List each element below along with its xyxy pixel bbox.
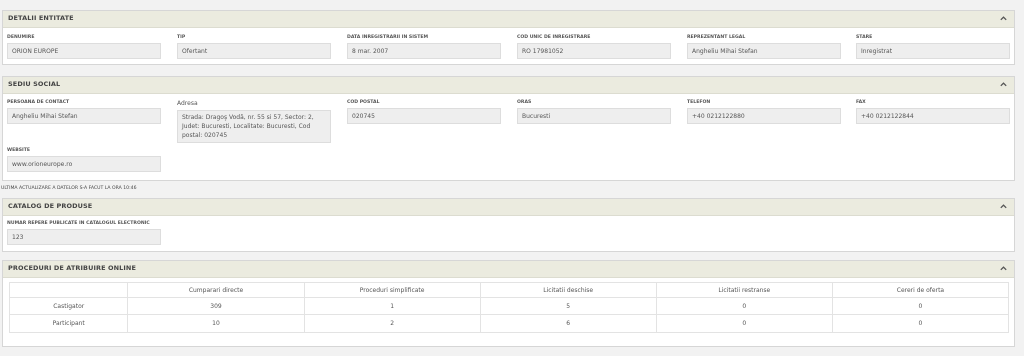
column-header: Proceduri simplificate: [303, 282, 481, 298]
table-cell: 6: [479, 314, 657, 333]
field-fax: FAX +40 0212122844: [856, 100, 1010, 124]
panel-title: CATALOG DE PRODUSE: [8, 202, 93, 210]
panel-catalog-produse: CATALOG DE PRODUSE NUMAR REPERE PUBLICAT…: [2, 198, 1015, 252]
field-label: COD UNIC DE INREGISTRARE: [517, 35, 591, 40]
field-data-inregistrarii: DATA INREGISTRARII IN SISTEM 8 mar. 2007: [347, 35, 501, 59]
field-oras: ORAS Bucuresti: [517, 100, 671, 124]
tip-input[interactable]: Ofertant: [177, 43, 331, 59]
proceduri-table: Cumparari directe Proceduri simplificate…: [8, 282, 1010, 333]
field-tip: TIP Ofertant: [177, 35, 331, 59]
field-label: Adresa: [177, 100, 198, 107]
table-cell: 5: [479, 297, 657, 315]
fax-input[interactable]: +40 0212122844: [856, 108, 1010, 124]
field-label: FAX: [856, 100, 866, 105]
field-website: WEBSITE www.orioneurope.ro: [7, 148, 161, 172]
panel-title: SEDIU SOCIAL: [8, 80, 61, 88]
field-label: DATA INREGISTRARII IN SISTEM: [347, 35, 429, 40]
chevron-up-icon[interactable]: [999, 14, 1008, 23]
oras-input[interactable]: Bucuresti: [517, 108, 671, 124]
column-header: [8, 282, 129, 298]
field-persoana-contact: PERSOANA DE CONTACT Angheliu Mihai Stefa…: [7, 100, 161, 124]
panel-header[interactable]: CATALOG DE PRODUSE: [3, 199, 1014, 216]
field-label: DENUMIRE: [7, 35, 35, 40]
denumire-input[interactable]: ORION EUROPE: [7, 43, 161, 59]
field-numar-repere: NUMAR REPERE PUBLICATE IN CATALOGUL ELEC…: [7, 221, 161, 245]
field-label: PERSOANA DE CONTACT: [7, 100, 70, 105]
field-label: REPREZENTANT LEGAL: [687, 35, 746, 40]
table-cell: 10: [127, 314, 305, 333]
field-label: NUMAR REPERE PUBLICATE IN CATALOGUL ELEC…: [7, 221, 150, 226]
chevron-up-icon[interactable]: [999, 264, 1008, 273]
field-label: WEBSITE: [7, 148, 30, 153]
field-telefon: TELEFON +40 0212122880: [687, 100, 841, 124]
reprezentant-legal-input[interactable]: Angheliu Mihai Stefan: [687, 43, 841, 59]
panel-header[interactable]: DETALII ENTITATE: [3, 11, 1014, 28]
row-label: Castigator: [8, 297, 129, 315]
chevron-up-icon[interactable]: [999, 202, 1008, 211]
table-cell: 0: [831, 297, 1010, 315]
table-cell: 1: [303, 297, 481, 315]
column-header: Licitatii deschise: [479, 282, 657, 298]
field-label: TELEFON: [687, 100, 711, 105]
numar-repere-input[interactable]: 123: [7, 229, 161, 245]
panel-header[interactable]: SEDIU SOCIAL: [3, 77, 1014, 94]
panel-detalii-entitate: DETALII ENTITATE DENUMIRE ORION EUROPE T…: [2, 10, 1015, 65]
field-label: TIP: [177, 35, 186, 40]
panel-sediu-social: SEDIU SOCIAL PERSOANA DE CONTACT Angheli…: [2, 76, 1015, 181]
table-row: Castigator 309 1 5 0 0: [8, 297, 1010, 315]
table-cell: 0: [831, 314, 1010, 333]
chevron-up-icon[interactable]: [999, 80, 1008, 89]
field-label: ORAS: [517, 100, 532, 105]
table-cell: 309: [127, 297, 305, 315]
field-reprezentant-legal: REPREZENTANT LEGAL Angheliu Mihai Stefan: [687, 35, 841, 59]
field-cod-unic: COD UNIC DE INREGISTRARE RO 17981052: [517, 35, 671, 59]
cod-unic-input[interactable]: RO 17981052: [517, 43, 671, 59]
field-adresa: Adresa Strada: Dragoş Vodă, nr. 55 si 57…: [177, 100, 331, 143]
stare-input[interactable]: Inregistrat: [856, 43, 1010, 59]
field-stare: STARE Inregistrat: [856, 35, 1010, 59]
field-label: COD POSTAL: [347, 100, 380, 105]
table-cell: 2: [303, 314, 481, 333]
website-input[interactable]: www.orioneurope.ro: [7, 156, 161, 172]
adresa-textarea[interactable]: Strada: Dragoş Vodă, nr. 55 si 57, Secto…: [177, 110, 331, 143]
table-row: Participant 10 2 6 0 0: [8, 314, 1010, 333]
panel-header[interactable]: PROCEDURI DE ATRIBUIRE ONLINE: [3, 261, 1014, 278]
table-cell: 0: [655, 297, 833, 315]
field-cod-postal: COD POSTAL 020745: [347, 100, 501, 124]
field-denumire: DENUMIRE ORION EUROPE: [7, 35, 161, 59]
cod-postal-input[interactable]: 020745: [347, 108, 501, 124]
last-update-note: ULTIMA ACTUALIZARE A DATELOR S-A FACUT L…: [1, 186, 137, 191]
data-inregistrarii-input[interactable]: 8 mar. 2007: [347, 43, 501, 59]
telefon-input[interactable]: +40 0212122880: [687, 108, 841, 124]
table-header-row: Cumparari directe Proceduri simplificate…: [8, 282, 1010, 298]
column-header: Licitatii restranse: [655, 282, 833, 298]
panel-proceduri-atribuire: PROCEDURI DE ATRIBUIRE ONLINE Cumparari …: [2, 260, 1015, 347]
column-header: Cereri de oferta: [831, 282, 1010, 298]
row-label: Participant: [8, 314, 129, 333]
panel-title: DETALII ENTITATE: [8, 14, 74, 22]
field-label: STARE: [856, 35, 873, 40]
table-cell: 0: [655, 314, 833, 333]
column-header: Cumparari directe: [127, 282, 305, 298]
panel-title: PROCEDURI DE ATRIBUIRE ONLINE: [8, 264, 137, 272]
persoana-contact-input[interactable]: Angheliu Mihai Stefan: [7, 108, 161, 124]
